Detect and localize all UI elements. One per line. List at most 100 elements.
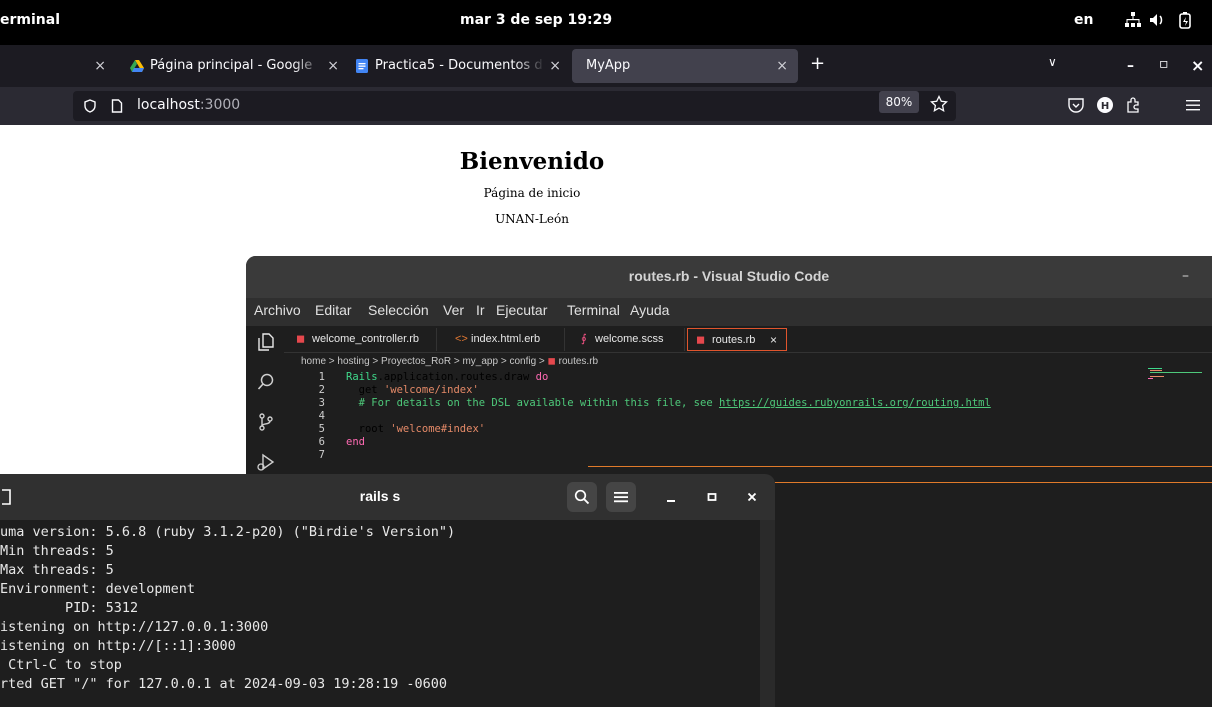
code-text: get 'welcome/index'	[346, 384, 479, 396]
page-subtitle: Página de inicio	[483, 186, 581, 200]
editor-tab-routes-rb[interactable]: ◼ routes.rb ×	[687, 328, 787, 351]
maximize-icon	[707, 493, 717, 501]
list-all-tabs-button[interactable]: ∨	[1048, 55, 1057, 69]
terminal-close-button[interactable]	[737, 482, 767, 512]
run-debug-icon[interactable]	[256, 452, 276, 472]
close-editor-tab-icon[interactable]: ×	[770, 329, 777, 352]
minimize-window-button[interactable]: –	[1127, 58, 1134, 74]
network-icon[interactable]	[1124, 11, 1142, 29]
menu-icon[interactable]	[1184, 96, 1202, 114]
menu-terminal[interactable]: Terminal	[567, 302, 620, 318]
bookmark-star-icon[interactable]	[930, 95, 948, 113]
code-line[interactable]: 5 root 'welcome#index'	[301, 423, 1201, 436]
terminal-line: rted GET "/" for 127.0.0.1 at 2024-09-03…	[0, 676, 448, 692]
line-number: 5	[318, 423, 325, 435]
new-tab-button[interactable]: +	[810, 53, 825, 74]
close-tab-icon[interactable]: ×	[776, 49, 788, 83]
menu-ir[interactable]: Ir	[476, 302, 485, 318]
terminal-line: PID: 5312	[0, 600, 139, 616]
code-text: end	[346, 436, 365, 448]
menu-archivo[interactable]: Archivo	[254, 302, 301, 318]
url-text[interactable]: localhost:3000	[137, 97, 240, 113]
terminal-output[interactable]: uma version: 5.6.8 (ruby 3.1.2-p20) ("Bi…	[0, 520, 760, 707]
browser-tab-google-drive[interactable]: Página principal - Google ×	[130, 49, 345, 83]
minimize-icon	[667, 500, 675, 502]
browser-tab-strip: × Página principal - Google × Practica5 …	[0, 45, 1212, 87]
terminal-search-button[interactable]	[567, 482, 597, 512]
page-heading: Bienvenido	[459, 148, 605, 175]
vscode-window-title: routes.rb - Visual Studio Code	[628, 268, 830, 284]
code-text: root 'welcome#index'	[346, 423, 486, 435]
editor-tab-index-erb[interactable]: <> index.html.erb	[437, 328, 565, 351]
menu-ver[interactable]: Ver	[443, 302, 464, 318]
vscode-title-bar[interactable]: routes.rb - Visual Studio Code –	[246, 256, 1212, 298]
line-number: 6	[318, 436, 325, 448]
url-bar[interactable]: localhost:3000	[73, 91, 956, 121]
account-avatar-icon[interactable]: H	[1096, 96, 1114, 114]
terminal-menu-button[interactable]	[606, 482, 636, 512]
keyboard-layout-indicator[interactable]: en	[1074, 12, 1093, 28]
extensions-icon[interactable]	[1124, 96, 1142, 114]
clock[interactable]: mar 3 de sep 19:29	[460, 12, 612, 28]
scss-file-icon: ∮	[581, 333, 587, 345]
code-line[interactable]: 1 Rails.application.routes.draw do	[301, 371, 1201, 384]
shield-icon[interactable]	[83, 99, 97, 113]
close-window-button[interactable]: ×	[1191, 56, 1204, 75]
google-drive-icon	[130, 60, 144, 72]
terminal-line: uma version: 5.6.8 (ruby 3.1.2-p20) ("Bi…	[0, 524, 456, 540]
breadcrumb[interactable]: home > hosting > Proyectos_RoR > my_app …	[301, 356, 598, 367]
close-tab-icon[interactable]: ×	[549, 49, 561, 83]
terminal-minimize-button[interactable]	[656, 482, 686, 512]
terminal-maximize-button[interactable]	[697, 482, 727, 512]
ruby-file-icon: ◼	[547, 356, 559, 367]
source-control-icon[interactable]	[256, 412, 276, 432]
line-number: 4	[318, 410, 325, 422]
terminal-title: rails s	[359, 488, 401, 504]
line-number: 2	[318, 384, 325, 396]
code-line[interactable]: 3 # For details on the DSL available wit…	[301, 397, 1201, 410]
close-tab-icon[interactable]: ×	[94, 49, 106, 83]
menu-ejecutar[interactable]: Ejecutar	[496, 302, 547, 318]
editor-tabs: ◼ welcome_controller.rb <> index.html.er…	[284, 326, 1212, 353]
tab-title: MyApp	[586, 58, 631, 73]
volume-icon[interactable]	[1148, 11, 1166, 29]
explorer-icon[interactable]	[256, 332, 276, 352]
minimap[interactable]	[1148, 366, 1208, 386]
page-icon[interactable]	[111, 99, 123, 113]
close-tab-icon[interactable]: ×	[327, 49, 339, 83]
pocket-icon[interactable]	[1067, 96, 1085, 114]
page-organization: UNAN-León	[495, 212, 569, 226]
tab-title: Página principal - Google	[150, 58, 313, 73]
code-line[interactable]: 4	[301, 410, 1201, 423]
code-line[interactable]: 7	[301, 449, 1201, 462]
battery-icon[interactable]	[1176, 11, 1194, 29]
editor-tab-welcome-scss[interactable]: ∮ welcome.scss	[565, 328, 685, 351]
vscode-minimize-button[interactable]: –	[1182, 268, 1189, 284]
ruby-file-icon: ◼	[296, 333, 306, 345]
terminal-line: Min threads: 5	[0, 543, 114, 559]
menu-editar[interactable]: Editar	[315, 302, 352, 318]
code-line[interactable]: 6 end	[301, 436, 1201, 449]
maximize-window-button[interactable]: ▫	[1159, 56, 1169, 72]
line-number: 1	[318, 371, 325, 383]
editor-tab-welcome-controller[interactable]: ◼ welcome_controller.rb	[289, 328, 437, 351]
search-icon[interactable]	[256, 372, 276, 392]
search-icon	[574, 489, 590, 505]
terminal-header-bar[interactable]: rails s	[0, 474, 775, 520]
terminal-scrollbar[interactable]	[760, 520, 775, 707]
code-text: Rails.application.routes.draw do	[346, 371, 549, 383]
menu-seleccion[interactable]: Selección	[368, 302, 429, 318]
browser-tab-google-docs[interactable]: Practica5 - Documentos d ×	[355, 49, 567, 83]
ruby-file-icon: ◼	[696, 334, 706, 346]
line-number: 7	[318, 449, 325, 461]
browser-tab-myapp[interactable]: MyApp ×	[572, 49, 798, 83]
browser-tab[interactable]: ×	[60, 49, 112, 83]
code-text: # For details on the DSL available withi…	[346, 397, 991, 409]
terminal-line: istening on http://127.0.0.1:3000	[0, 619, 269, 635]
menu-ayuda[interactable]: Ayuda	[630, 302, 669, 318]
code-line[interactable]: 2 get 'welcome/index'	[301, 384, 1201, 397]
browser-nav-bar: localhost:3000 80% H	[0, 87, 1212, 125]
terminal-line: istening on http://[::1]:3000	[0, 638, 236, 654]
active-app-name[interactable]: erminal	[0, 12, 60, 28]
zoom-level-button[interactable]: 80%	[879, 91, 919, 113]
